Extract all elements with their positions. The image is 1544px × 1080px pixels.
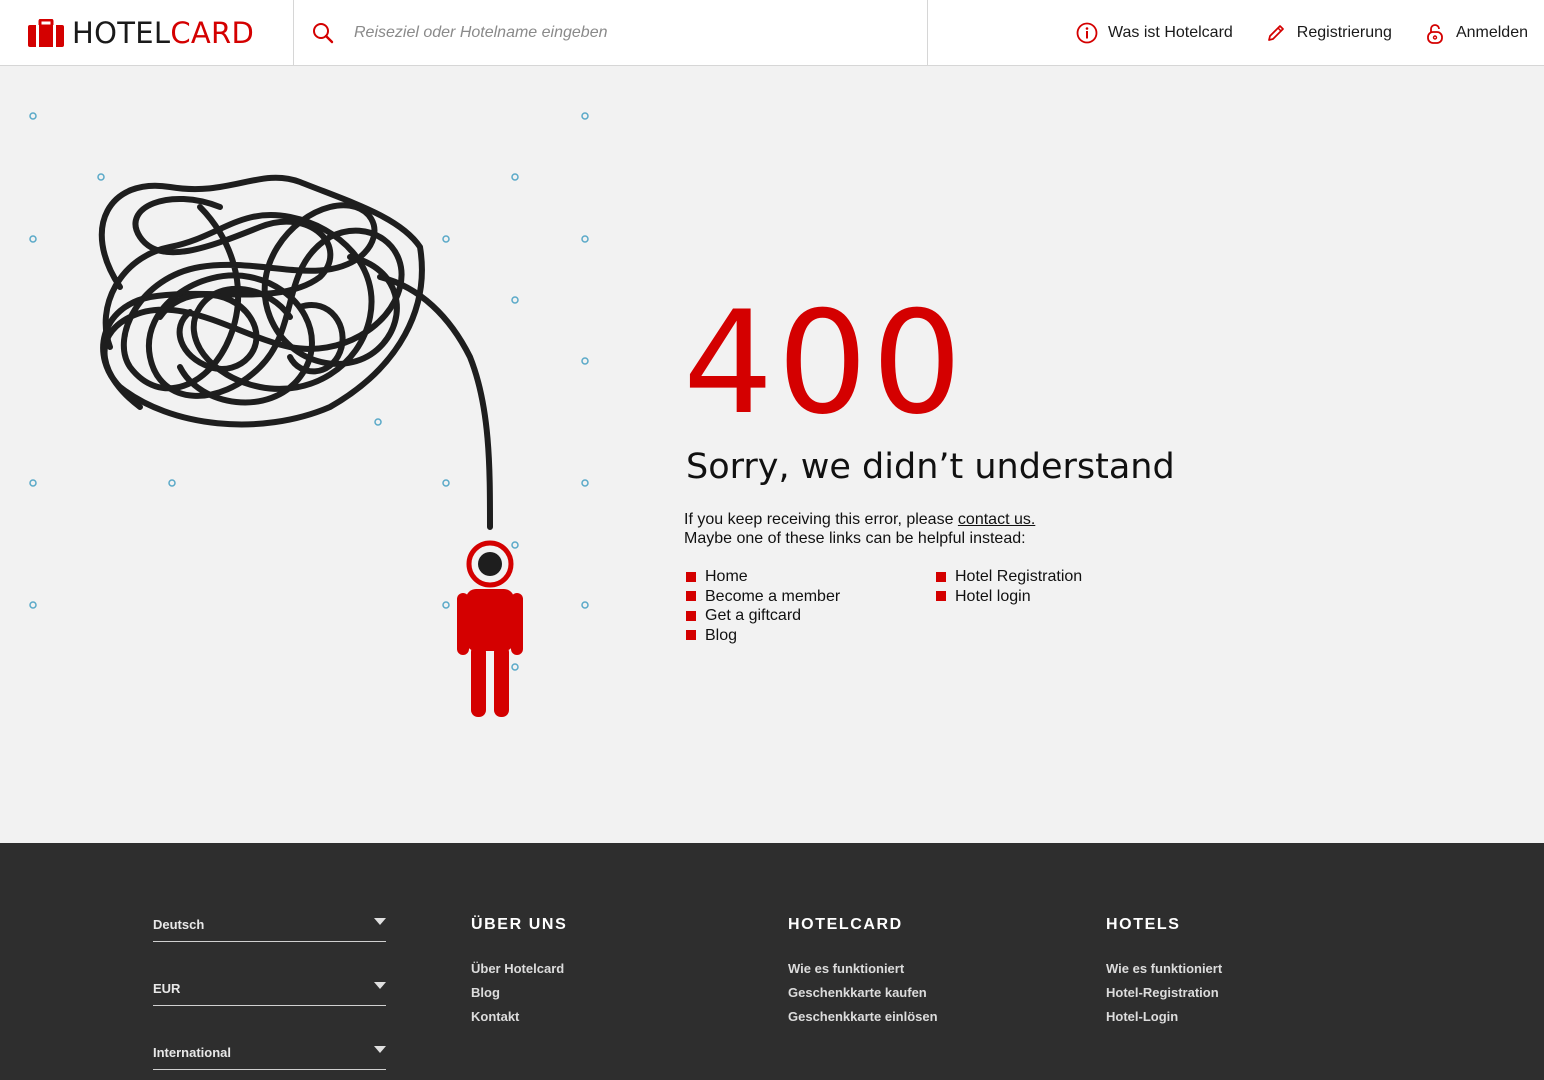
- select-underline: [153, 1005, 386, 1006]
- link-label: Become a member: [705, 587, 841, 605]
- link-label: Hotel Registration: [955, 568, 1083, 585]
- nav-label: Registrierung: [1296, 24, 1392, 41]
- link-home[interactable]: Home: [686, 567, 936, 587]
- footer-link[interactable]: Blog: [471, 981, 567, 1005]
- footer-col-hotelcard: HOTELCARD Wie es funktioniert Geschenkka…: [788, 916, 938, 1029]
- bullet-square: [936, 591, 946, 602]
- info-icon: [1076, 22, 1098, 44]
- search-icon[interactable]: [312, 22, 334, 44]
- suitcase-icon: [28, 19, 64, 47]
- region-select[interactable]: International: [153, 1043, 386, 1080]
- language-select[interactable]: Deutsch: [153, 915, 386, 979]
- link-label: Blog: [705, 626, 738, 644]
- select-value: EUR: [153, 981, 181, 996]
- footer-link[interactable]: Wie es funktioniert: [1106, 957, 1222, 981]
- bullet-square: [686, 571, 696, 582]
- link-label: Home: [705, 568, 748, 585]
- caret-down-icon: [374, 982, 386, 989]
- caret-down-icon: [374, 918, 386, 925]
- nav-registrierung[interactable]: Registrierung: [1265, 22, 1392, 44]
- select-underline: [153, 941, 386, 942]
- nav-label: Anmelden: [1455, 24, 1528, 41]
- helpful-links-col-1: Home Become a member Get a giftcard Blog: [686, 567, 936, 645]
- bullet-square: [686, 591, 696, 602]
- nav-was-ist-hotelcard[interactable]: Was ist Hotelcard: [1076, 22, 1233, 44]
- logo-text: HOTELCARD: [72, 16, 254, 50]
- footer-col-title: HOTELS: [1106, 916, 1181, 933]
- footer-link[interactable]: Geschenkkarte kaufen: [788, 981, 938, 1005]
- error-message: If you keep receiving this error, please…: [684, 510, 1035, 548]
- footer-link[interactable]: Geschenkkarte einlösen: [788, 1005, 938, 1029]
- logo-text-card: CARD: [170, 16, 255, 50]
- footer-link[interactable]: Hotel-Registration: [1106, 981, 1222, 1005]
- caret-down-icon: [374, 1046, 386, 1053]
- tangled-thread-illustration: [29, 112, 589, 717]
- currency-select[interactable]: EUR: [153, 979, 386, 1043]
- error-line-1: If you keep receiving this error, please: [684, 511, 958, 528]
- nav-label: Was ist Hotelcard: [1108, 24, 1233, 41]
- link-hotel-registration[interactable]: Hotel Registration: [936, 567, 1082, 587]
- error-code: 400: [683, 281, 967, 446]
- helpful-links: Home Become a member Get a giftcard Blog…: [686, 567, 1082, 645]
- contact-us-link[interactable]: contact us.: [958, 511, 1035, 528]
- nav-anmelden[interactable]: Anmelden: [1424, 22, 1528, 44]
- link-hotel-login[interactable]: Hotel login: [936, 587, 1082, 607]
- footer-selects: Deutsch EUR International: [153, 915, 386, 1080]
- select-value: International: [153, 1045, 232, 1060]
- link-label: Get a giftcard: [705, 607, 802, 624]
- bullet-square: [686, 630, 696, 641]
- footer-link[interactable]: Über Hotelcard: [471, 957, 567, 981]
- helpful-links-col-2: Hotel Registration Hotel login: [936, 567, 1082, 645]
- logo[interactable]: HOTELCARD: [0, 0, 294, 66]
- bullet-square: [686, 610, 696, 621]
- error-title: Sorry, we didn’t understand: [686, 447, 1175, 487]
- select-value: Deutsch: [153, 917, 205, 932]
- footer-link[interactable]: Kontakt: [471, 1005, 567, 1029]
- footer-col-hotels: HOTELS Wie es funktioniert Hotel-Registr…: [1106, 916, 1222, 1029]
- footer-link[interactable]: Wie es funktioniert: [788, 957, 938, 981]
- search-input[interactable]: [354, 24, 894, 42]
- footer-link[interactable]: Hotel-Login: [1106, 1005, 1222, 1029]
- bullet-square: [936, 571, 946, 582]
- link-blog[interactable]: Blog: [686, 626, 936, 646]
- link-become-member[interactable]: Become a member: [686, 587, 936, 607]
- top-nav: Was ist Hotelcard Registrierung Anmelden: [1044, 0, 1528, 66]
- footer-col-title: HOTELCARD: [788, 916, 903, 933]
- link-label: Hotel login: [955, 587, 1031, 605]
- select-underline: [153, 1069, 386, 1070]
- lock-icon: [1427, 24, 1443, 44]
- footer-col-ueber-uns: ÜBER UNS Über Hotelcard Blog Kontakt: [471, 916, 567, 1029]
- pencil-icon: [1267, 25, 1284, 41]
- logo-text-hotel: HOTEL: [72, 16, 171, 50]
- main-content: 400 Sorry, we didn’t understand If you k…: [0, 67, 1544, 843]
- header: HOTELCARD Was ist Hotelcard Registrierun…: [0, 0, 1544, 66]
- error-line-2: Maybe one of these links can be helpful …: [684, 530, 1026, 547]
- footer: Deutsch EUR International ÜBER UNS Über …: [0, 843, 1544, 1080]
- person-figure: [457, 540, 523, 717]
- footer-col-title: ÜBER UNS: [471, 916, 568, 933]
- search-bar: [294, 0, 928, 66]
- link-giftcard[interactable]: Get a giftcard: [686, 606, 936, 626]
